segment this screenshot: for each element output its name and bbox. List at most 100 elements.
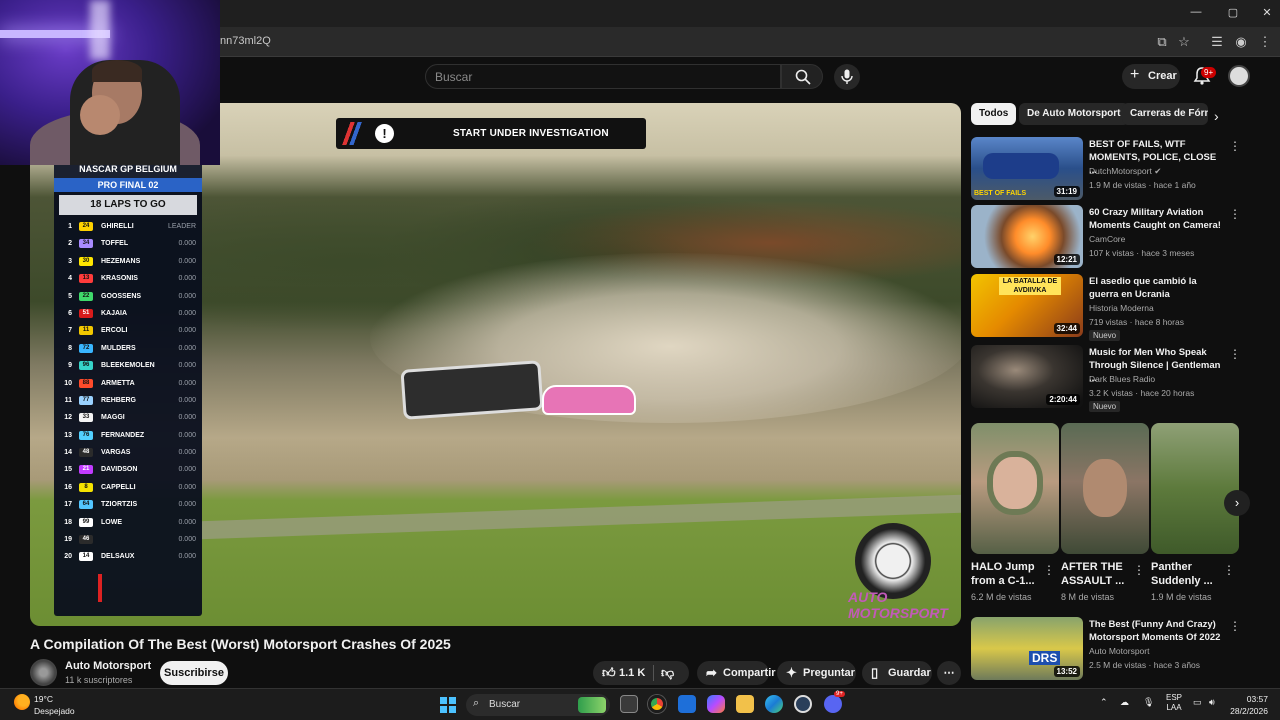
short-title[interactable]: AFTER THE ASSAULT ... [1061, 560, 1133, 588]
file-explorer-icon[interactable] [736, 695, 754, 713]
ask-button[interactable]: ✦ Preguntar [777, 661, 856, 685]
video-duration: 12:21 [1053, 254, 1080, 265]
more-vert-icon[interactable]: ⋮ [1229, 139, 1241, 153]
video-meta: 2.5 M de vistas · hace 3 años [1089, 660, 1201, 670]
more-actions-button[interactable]: ⋯ [937, 661, 961, 685]
channel-avatar[interactable] [30, 659, 57, 686]
video-thumbnail[interactable]: BEST OF FAILS 31:19 [971, 137, 1083, 200]
maximize-button[interactable]: ▢ [1223, 6, 1243, 19]
video-thumbnail[interactable]: 2:20:44 [971, 345, 1083, 408]
short-thumbnail[interactable] [1061, 423, 1149, 554]
driver-name: FERNANDEZ [101, 431, 145, 439]
chevron-up-icon[interactable]: ⌃ [1100, 697, 1108, 708]
like-dislike-group[interactable]: 👍︎ 1.1 K 👎︎ [593, 661, 689, 685]
close-button[interactable]: ✕ [1257, 6, 1277, 19]
channel-name[interactable]: Auto Motorsport [65, 660, 151, 672]
reading-list-icon[interactable]: ☰ [1209, 34, 1225, 50]
short-title[interactable]: HALO Jump from a C-1... [971, 560, 1043, 588]
channel-name[interactable]: CamCore [1089, 234, 1125, 244]
browser-menu-icon[interactable]: ⋮ [1257, 34, 1273, 50]
channel-name[interactable]: Dark Blues Radio [1089, 374, 1155, 384]
more-vert-icon[interactable]: ⋮ [1229, 347, 1241, 361]
thumbs-down-icon[interactable]: 👎︎ [661, 661, 674, 685]
profile-icon[interactable]: ◉ [1233, 34, 1249, 50]
chevron-right-icon[interactable]: › [1214, 108, 1219, 124]
more-vert-icon[interactable]: ⋮ [1133, 563, 1145, 577]
search-input[interactable]: Buscar [425, 64, 781, 89]
short-thumbnail[interactable] [971, 423, 1059, 554]
thumbs-up-icon[interactable]: 👍︎ [602, 661, 616, 685]
channel-name[interactable]: Historia Moderna [1089, 303, 1154, 313]
video-title[interactable]: 60 Crazy Military Aviation Moments Caugh… [1089, 206, 1221, 232]
driver-position: 4 [68, 275, 72, 283]
account-avatar[interactable] [1228, 65, 1250, 87]
bookmark-icon: ▯ [871, 665, 879, 680]
clock-date[interactable]: 28/2/2026 [1220, 706, 1268, 716]
channel-name[interactable]: Auto Motorsport [1089, 646, 1149, 656]
short-views: 1.9 M de vistas [1151, 592, 1212, 602]
warning-icon: ! [375, 124, 394, 143]
task-view-icon[interactable] [620, 695, 638, 713]
clock-time[interactable]: 03:57 [1220, 694, 1268, 704]
more-vert-icon[interactable]: ⋮ [1223, 563, 1235, 577]
subscribe-button[interactable]: Suscribirse [160, 661, 228, 685]
save-button[interactable]: ▯ Guardar [862, 661, 932, 685]
video-player[interactable]: ! START UNDER INVESTIGATION NASCAR GP BE… [30, 103, 961, 626]
driver-name: CAPPELLI [101, 483, 136, 491]
install-app-icon[interactable]: ⧉ [1154, 34, 1170, 50]
network-icon[interactable]: ▭ [1193, 697, 1202, 708]
outlook-icon[interactable] [678, 695, 696, 713]
short-views: 8 M de vistas [1061, 592, 1115, 602]
channel-name[interactable]: DutchMotorsport ✔ [1089, 166, 1161, 177]
series-logo [98, 574, 158, 602]
more-vert-icon[interactable]: ⋮ [1229, 207, 1241, 221]
video-title[interactable]: El asedio que cambió la guerra en Ucrani… [1089, 275, 1221, 301]
weather-icon[interactable] [14, 694, 30, 710]
minimize-button[interactable]: — [1186, 6, 1206, 18]
shorts-next-button[interactable]: › [1224, 490, 1250, 516]
driver-gap: 0.000 [178, 536, 196, 544]
voice-search-button[interactable] [834, 64, 860, 90]
short-title[interactable]: Panther Suddenly ... [1151, 560, 1223, 588]
chip-all[interactable]: Todos [971, 103, 1017, 125]
steam-icon[interactable] [794, 695, 812, 713]
video-thumbnail[interactable]: 12:21 [971, 205, 1083, 268]
scoreboard-row: 10 88 ARMETTA 0.000 [54, 375, 202, 392]
taskbar-search[interactable]: ⌕ Buscar [466, 694, 610, 716]
recommended-video[interactable]: DRS 13:52 The Best (Funny And Crazy) Mot… [971, 617, 1241, 681]
recommended-video[interactable]: 12:21 60 Crazy Military Aviation Moments… [971, 205, 1241, 269]
video-title[interactable]: The Best (Funny And Crazy) Motorsport Mo… [1089, 618, 1221, 644]
chip-formula-racing[interactable]: Carreras de Fórm [1122, 103, 1208, 125]
more-vert-icon[interactable]: ⋮ [1043, 563, 1055, 577]
video-meta: 3.2 K vistas · hace 20 horas [1089, 388, 1195, 398]
edge-icon[interactable] [765, 695, 783, 713]
search-button[interactable] [781, 64, 823, 89]
copilot-icon[interactable] [707, 695, 725, 713]
recommended-video[interactable]: BEST OF FAILS 31:19 BEST OF FAILS, WTF M… [971, 137, 1241, 201]
onedrive-icon[interactable]: ☁ [1120, 697, 1129, 708]
short-thumbnail[interactable] [1151, 423, 1239, 554]
recommended-video[interactable]: 2:20:44 Music for Men Who Speak Through … [971, 345, 1241, 412]
keyboard-language[interactable]: ESP LAA [1166, 693, 1182, 713]
scoreboard-row: 12 33 MAGGI 0.000 [54, 409, 202, 426]
chrome-icon[interactable] [648, 695, 666, 713]
chip-from-channel[interactable]: De Auto Motorsport [1019, 103, 1129, 125]
discord-icon[interactable] [824, 695, 842, 713]
start-button[interactable] [440, 697, 456, 713]
car-number: 21 [79, 465, 93, 475]
driver-gap: 0.000 [178, 240, 196, 248]
car-number: 24 [79, 222, 93, 231]
recommended-video[interactable]: LA BATALLA DE AVDIIVKA 32:44 El asedio q… [971, 274, 1241, 341]
more-vert-icon[interactable]: ⋮ [1229, 619, 1241, 633]
video-thumbnail[interactable]: DRS 13:52 [971, 617, 1083, 680]
video-duration: 2:20:44 [1046, 394, 1080, 405]
create-button[interactable]: + Crear [1122, 64, 1180, 89]
share-button[interactable]: ➦ Compartir [697, 661, 776, 685]
volume-icon[interactable]: 🔊︎ [1209, 697, 1215, 708]
bookmark-star-icon[interactable]: ☆ [1176, 34, 1192, 50]
video-thumbnail[interactable]: LA BATALLA DE AVDIIVKA 32:44 [971, 274, 1083, 337]
weather-condition[interactable]: Despejado [34, 706, 75, 716]
url-text[interactable]: nn73ml2Q [220, 35, 271, 47]
weather-temperature[interactable]: 19°C [34, 694, 53, 704]
mic-icon[interactable]: 🎙︎ [1143, 697, 1154, 708]
